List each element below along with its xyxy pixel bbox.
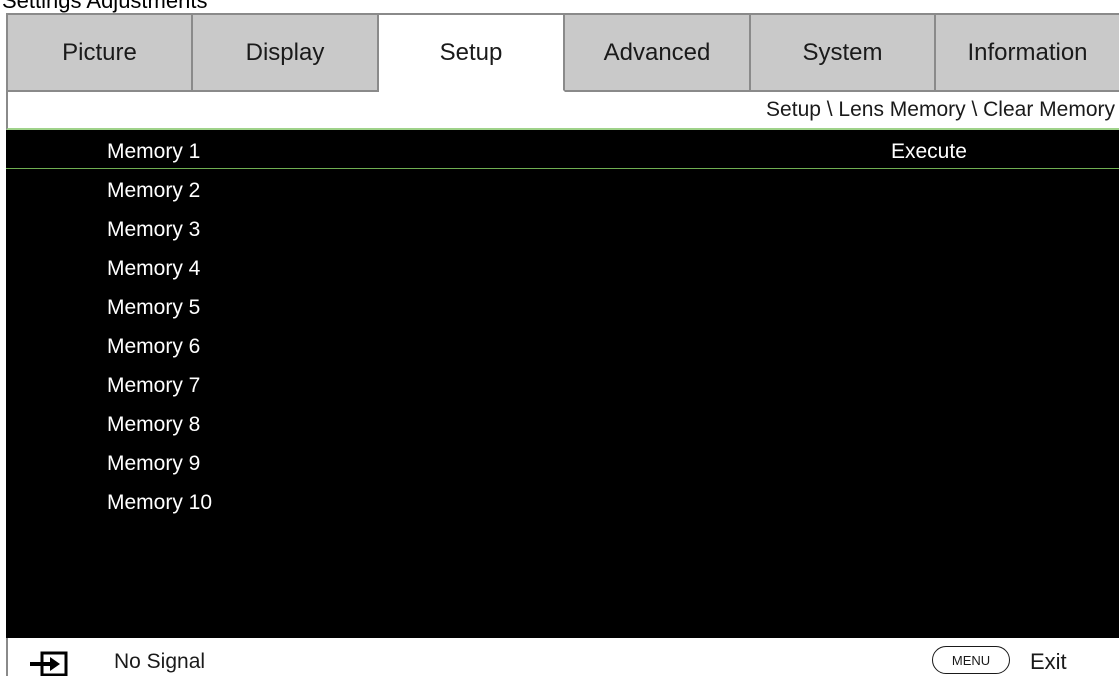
breadcrumb-bar: Setup \ Lens Memory \ Clear Memory: [6, 92, 1119, 130]
menu-item-label: Memory 1: [107, 140, 201, 163]
menu-item-memory-3[interactable]: Memory 3: [6, 208, 1119, 247]
breadcrumb: Setup \ Lens Memory \ Clear Memory: [766, 98, 1115, 121]
top-strip-text: Settings Adjustments: [2, 0, 208, 13]
menu-item-label: Memory 5: [107, 296, 201, 319]
menu-item-memory-9[interactable]: Memory 9: [6, 442, 1119, 481]
menu-item-label: Memory 6: [107, 335, 201, 358]
menu-item-memory-4[interactable]: Memory 4: [6, 247, 1119, 286]
tab-information[interactable]: Information: [936, 15, 1119, 92]
tab-bar: Picture Display Setup Advanced System In…: [6, 13, 1119, 92]
menu-list: Memory 1 Execute Memory 2 Memory 3 Memor…: [6, 130, 1119, 638]
menu-item-memory-10[interactable]: Memory 10: [6, 481, 1119, 520]
tab-setup[interactable]: Setup: [379, 15, 565, 92]
signal-status-text: No Signal: [114, 650, 206, 673]
top-strip: Settings Adjustments: [0, 0, 1119, 14]
menu-item-memory-6[interactable]: Memory 6: [6, 325, 1119, 364]
exit-label[interactable]: Exit: [1030, 649, 1067, 675]
tab-advanced[interactable]: Advanced: [565, 15, 751, 92]
menu-key-icon[interactable]: MENU: [932, 646, 1010, 674]
menu-item-label: Memory 3: [107, 218, 201, 241]
input-source-icon: [30, 651, 68, 676]
osd-menu-window: Settings Adjustments Picture Display Set…: [0, 0, 1119, 676]
menu-item-label: Memory 8: [107, 413, 201, 436]
menu-item-memory-7[interactable]: Memory 7: [6, 364, 1119, 403]
menu-item-label: Memory 2: [107, 179, 201, 202]
menu-item-label: Memory 9: [107, 452, 201, 475]
menu-item-value-execute[interactable]: Execute: [891, 140, 967, 164]
menu-item-label: Memory 7: [107, 374, 201, 397]
menu-item-memory-8[interactable]: Memory 8: [6, 403, 1119, 442]
status-bar: No Signal MENU Exit: [6, 638, 1119, 676]
tab-system[interactable]: System: [751, 15, 936, 92]
tab-picture[interactable]: Picture: [8, 15, 193, 92]
tab-display[interactable]: Display: [193, 15, 379, 92]
menu-item-memory-1[interactable]: Memory 1 Execute: [6, 130, 1119, 169]
menu-item-memory-5[interactable]: Memory 5: [6, 286, 1119, 325]
menu-item-label: Memory 10: [107, 491, 213, 514]
menu-item-memory-2[interactable]: Memory 2: [6, 169, 1119, 208]
menu-item-label: Memory 4: [107, 257, 201, 280]
